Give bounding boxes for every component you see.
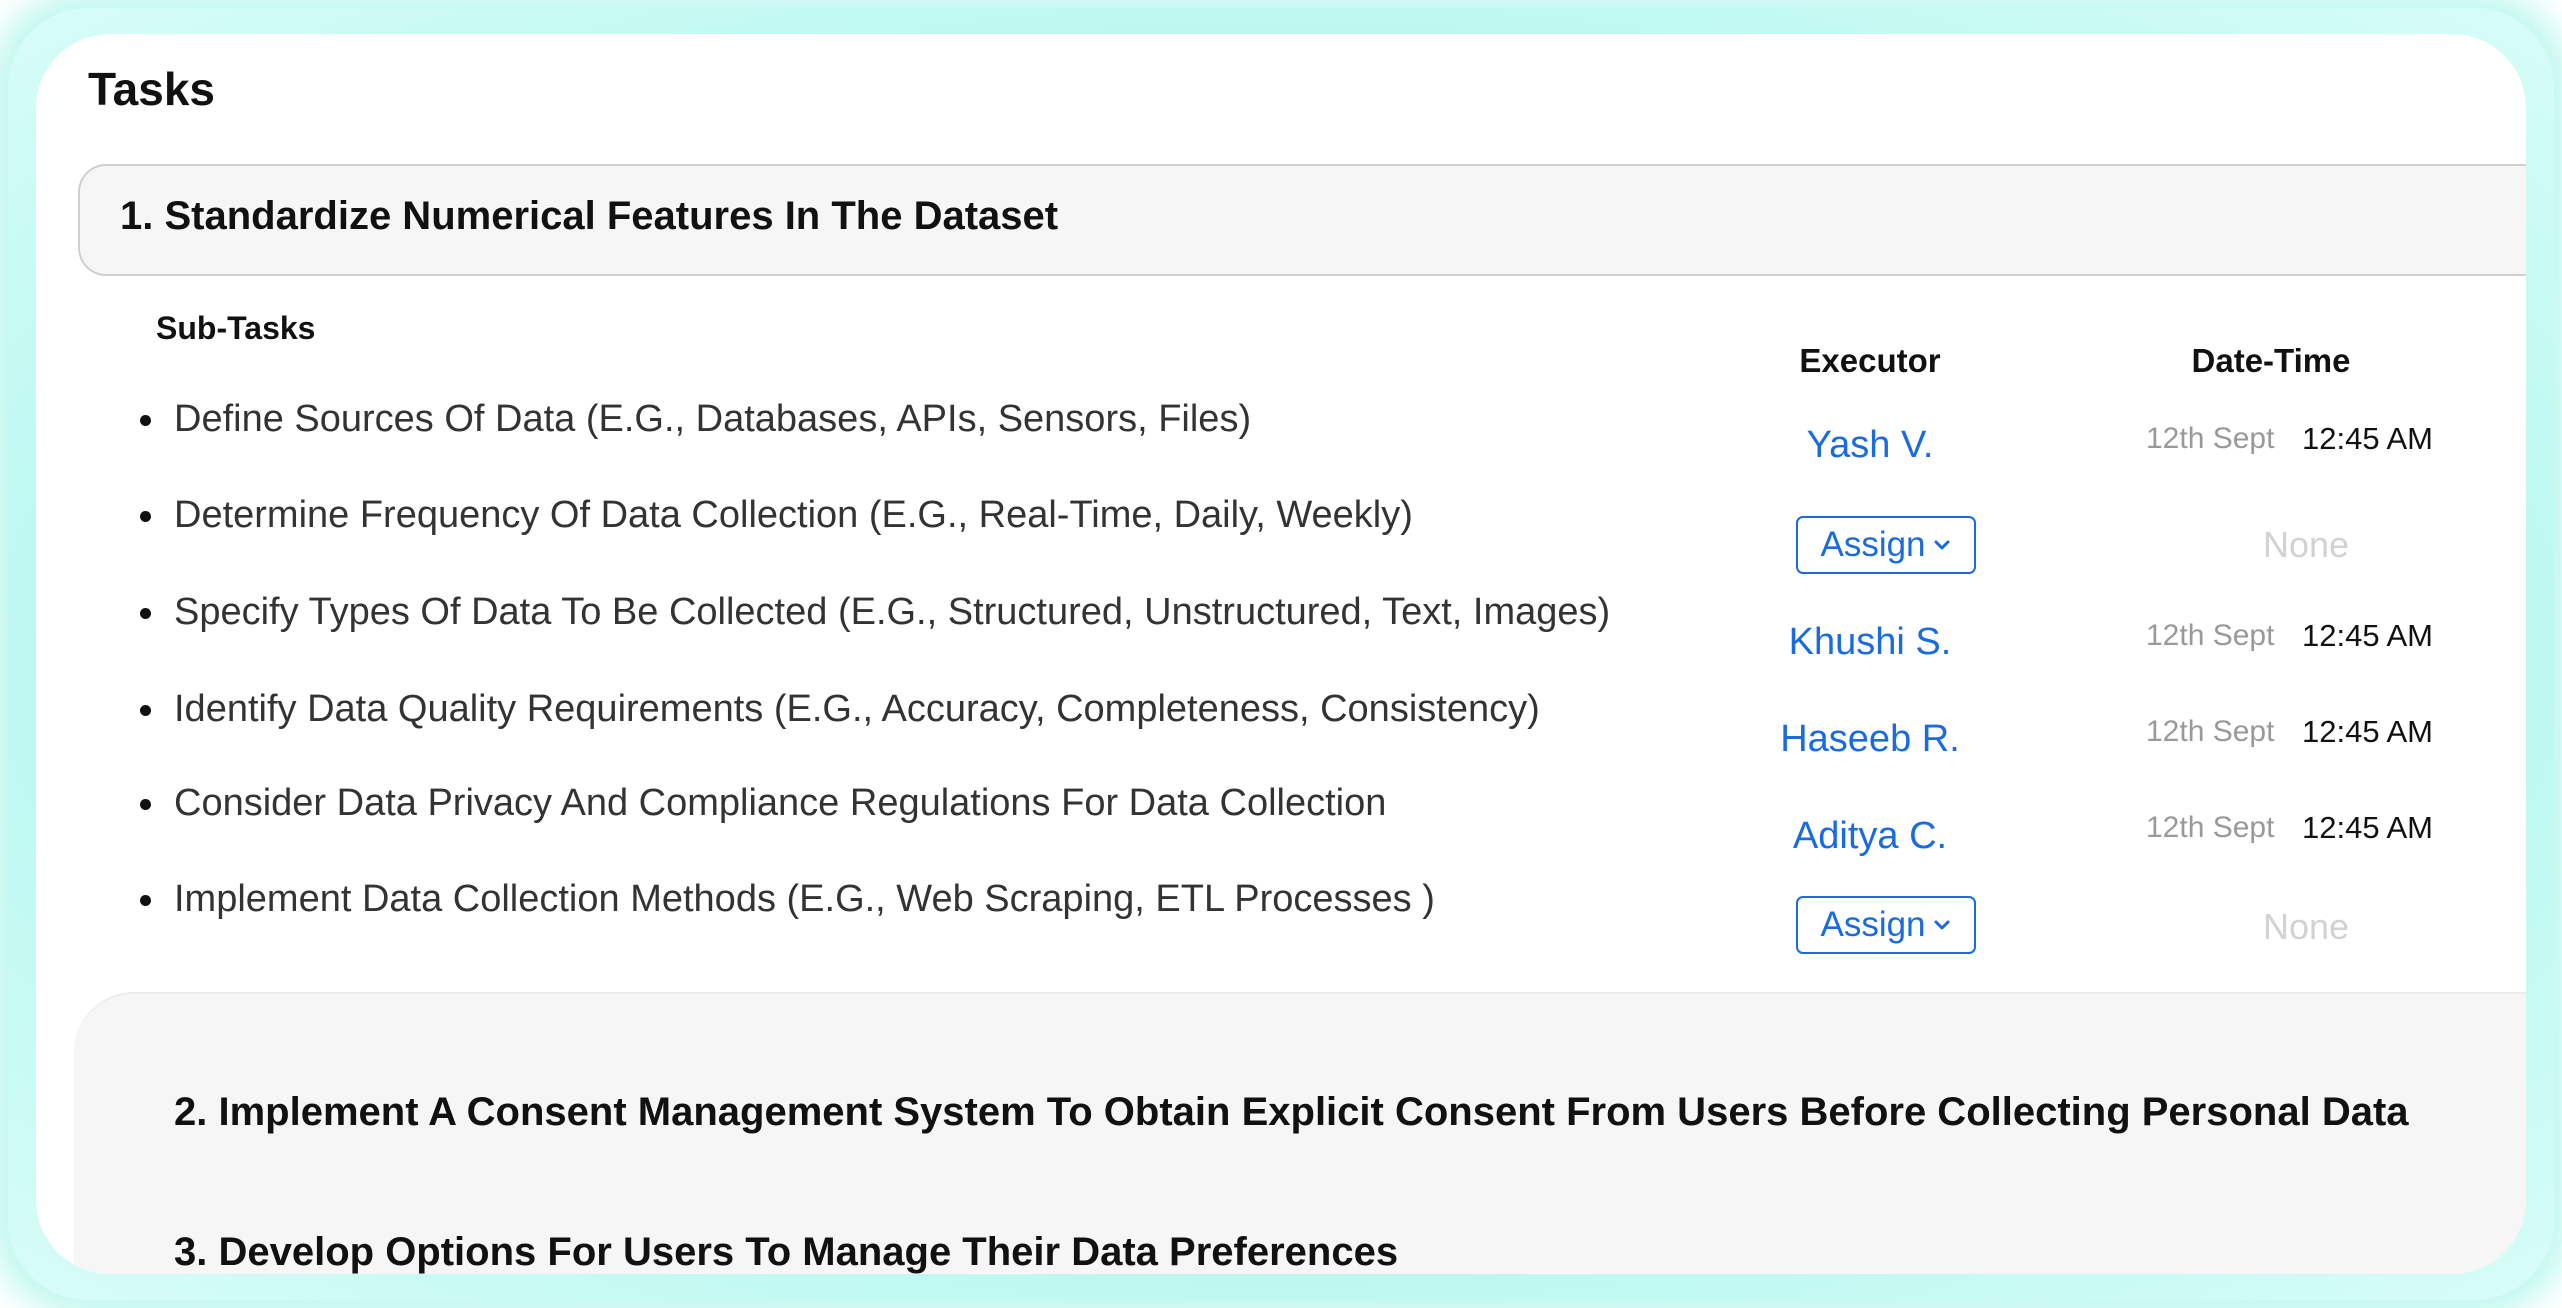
subtask-text: Define Sources Of Data (E.G., Databases,… <box>174 398 1252 440</box>
bullet-icon <box>140 511 151 522</box>
collapsed-tasks-panel: 2. Implement A Consent Management System… <box>74 992 2526 1274</box>
subtask-text: Determine Frequency Of Data Collection (… <box>174 494 1413 536</box>
subtasks-heading: Sub-Tasks <box>156 310 316 346</box>
datetime-column-header: Date-Time <box>2191 342 2351 379</box>
subtask-row: Specify Types Of Data To Be Collected (E… <box>36 591 2526 671</box>
executor-link[interactable]: Yash V. <box>1780 424 1960 467</box>
subtask-row: Define Sources Of Data (E.G., Databases,… <box>36 398 2526 478</box>
assign-label: Assign <box>1820 905 1926 944</box>
subtask-time: 12:45 AM <box>2302 618 2433 653</box>
subtask-text: Implement Data Collection Methods (E.G.,… <box>174 878 1435 920</box>
subtask-text: Identify Data Quality Requirements (E.G.… <box>174 688 1540 730</box>
subtask-date: 12th Sept <box>2146 811 2275 844</box>
subtask-row: Consider Data Privacy And Compliance Reg… <box>36 782 2526 862</box>
executor-link[interactable]: Haseeb R. <box>1780 718 1960 761</box>
assign-label: Assign <box>1820 525 1926 564</box>
subtask-row: Identify Data Quality Requirements (E.G.… <box>36 688 2526 768</box>
no-date-value: None <box>2262 524 2350 565</box>
subtask-time: 12:45 AM <box>2302 714 2433 749</box>
chevron-down-icon <box>1934 540 1950 550</box>
tasks-card: Tasks 1. Standardize Numerical Features … <box>36 34 2526 1274</box>
executor-column-header: Executor <box>1799 342 1941 379</box>
bullet-icon <box>140 415 151 426</box>
subtask-text: Specify Types Of Data To Be Collected (E… <box>174 591 1611 633</box>
chevron-down-icon <box>1934 920 1950 930</box>
subtask-date: 12th Sept <box>2146 619 2275 652</box>
subtask-text: Consider Data Privacy And Compliance Reg… <box>174 782 1387 824</box>
subtask-row: Determine Frequency Of Data Collection (… <box>36 494 2526 574</box>
subtask-row: Implement Data Collection Methods (E.G.,… <box>36 878 2526 958</box>
bullet-icon <box>140 799 151 810</box>
executor-link[interactable]: Aditya C. <box>1780 815 1960 858</box>
assign-dropdown-button[interactable]: Assign <box>1796 896 1976 954</box>
bullet-icon <box>140 705 151 716</box>
task-title: 1. Standardize Numerical Features In The… <box>120 194 1059 238</box>
task-title-2[interactable]: 2. Implement A Consent Management System… <box>174 1090 2409 1135</box>
subtask-time: 12:45 AM <box>2302 421 2433 456</box>
task-title-3[interactable]: 3. Develop Options For Users To Manage T… <box>174 1230 1398 1274</box>
bullet-icon <box>140 895 151 906</box>
subtask-time: 12:45 AM <box>2302 810 2433 845</box>
page-title: Tasks <box>88 63 216 115</box>
subtask-date: 12th Sept <box>2146 715 2275 748</box>
task-header-1[interactable]: 1. Standardize Numerical Features In The… <box>78 164 2526 276</box>
no-date-value: None <box>2262 906 2350 947</box>
bullet-icon <box>140 608 151 619</box>
assign-dropdown-button[interactable]: Assign <box>1796 516 1976 574</box>
executor-link[interactable]: Khushi S. <box>1780 621 1960 664</box>
subtask-date: 12th Sept <box>2146 422 2275 455</box>
